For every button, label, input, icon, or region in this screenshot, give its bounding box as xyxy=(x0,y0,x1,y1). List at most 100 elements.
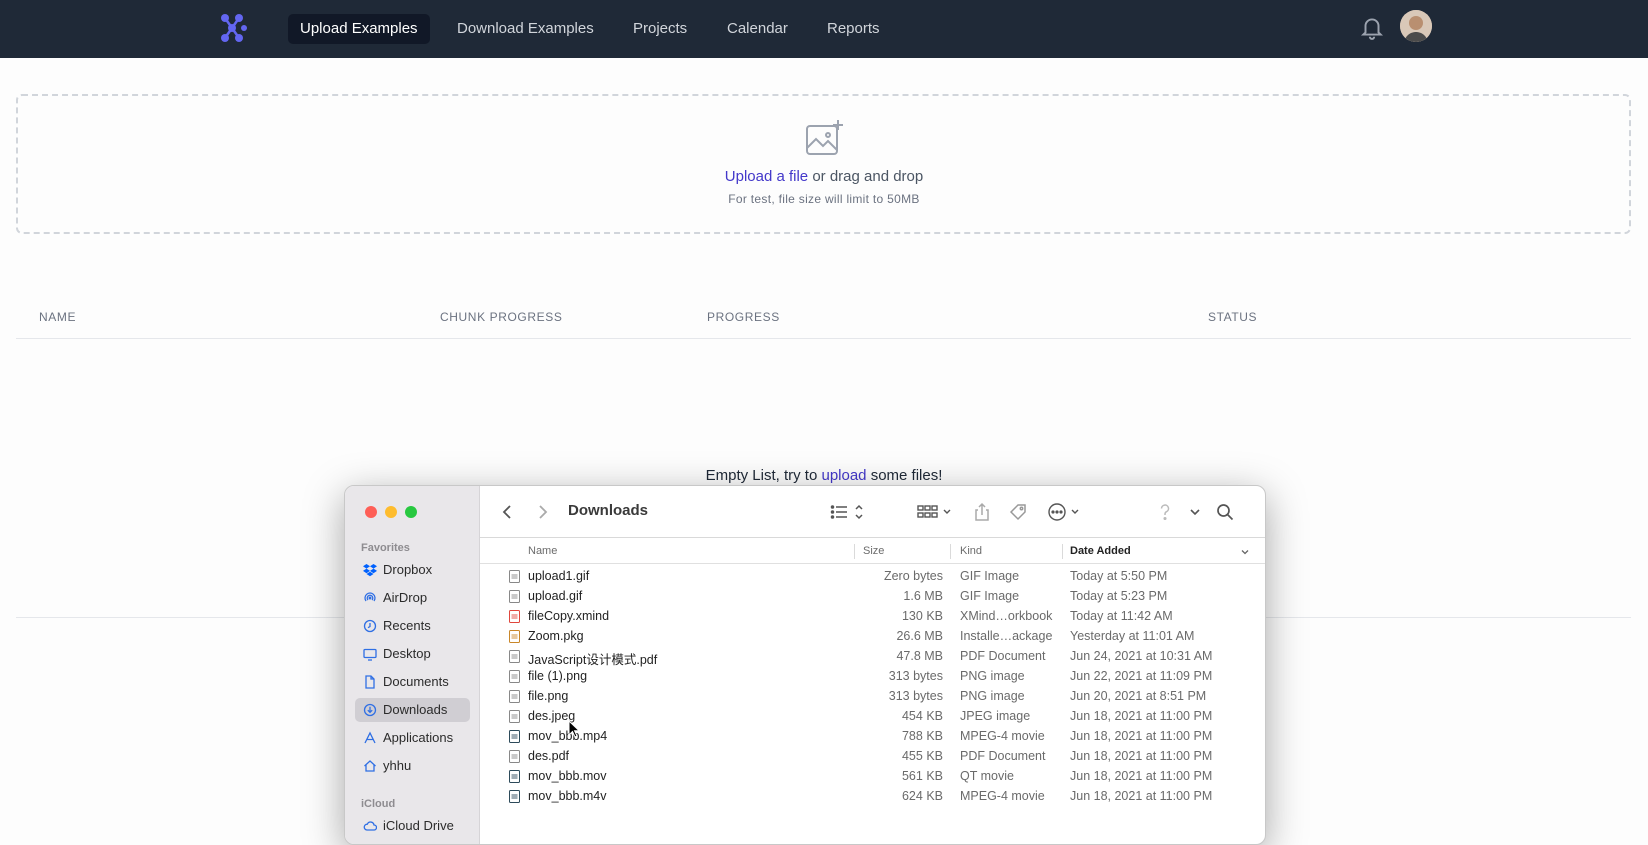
col-header-name: NAME xyxy=(39,310,77,324)
tag-icon[interactable] xyxy=(1008,502,1028,522)
sidebar-item-label: Downloads xyxy=(383,702,448,717)
file-row[interactable]: mov_bbb.mp4 788 KB MPEG-4 movie Jun 18, 202… xyxy=(480,726,1265,746)
file-row[interactable]: JavaScript设计模式.pdf 47.8 MB PDF Document Jun… xyxy=(480,646,1265,667)
sidebar-item-label: Applications xyxy=(383,730,454,745)
file-name: Zoom.pkg xyxy=(528,629,584,643)
finder-column-header: Name Size Kind Date Added xyxy=(480,539,1265,564)
file-size: 454 KB xyxy=(901,709,943,723)
minimize-window-button[interactable] xyxy=(385,506,397,518)
logo-icon[interactable] xyxy=(214,10,250,46)
more-actions-icon[interactable] xyxy=(1047,502,1085,522)
empty-text-after: some files! xyxy=(866,467,943,484)
file-size: 788 KB xyxy=(901,729,943,743)
file-dropzone[interactable] xyxy=(16,94,1631,234)
sidebar-item-label: Recents xyxy=(383,618,431,633)
file-date-added: Today at 11:42 AM xyxy=(1070,609,1173,623)
column-divider xyxy=(854,544,855,559)
column-kind[interactable]: Kind xyxy=(960,545,982,557)
file-date-added: Jun 22, 2021 at 11:09 PM xyxy=(1070,669,1213,683)
download-icon xyxy=(363,703,377,717)
applications-icon xyxy=(364,731,376,744)
sidebar-item-applications[interactable]: Applications xyxy=(355,726,470,750)
file-kind: MPEG-4 movie xyxy=(960,789,1045,803)
file-row[interactable]: Zoom.pkg 26.6 MB Installe…ackage Yesterday … xyxy=(480,626,1265,646)
nav-reports[interactable]: Reports xyxy=(815,14,892,44)
sidebar-item-documents[interactable]: Documents xyxy=(355,670,470,694)
sidebar-item-dropbox[interactable]: Dropbox xyxy=(355,558,470,582)
user-avatar[interactable] xyxy=(1400,10,1432,42)
file-row[interactable]: file.png 313 bytes PNG image Jun 20, 2021 a… xyxy=(480,686,1265,706)
file-kind: PNG image xyxy=(960,689,1025,703)
file-icon xyxy=(509,650,520,663)
file-icon xyxy=(509,710,520,723)
file-icon xyxy=(509,790,520,803)
nav-download-examples[interactable]: Download Examples xyxy=(445,14,606,44)
sidebar-item-label: iCloud Drive xyxy=(383,818,454,833)
zoom-window-button[interactable] xyxy=(405,506,417,518)
share-icon[interactable] xyxy=(972,502,992,522)
file-row[interactable]: fileCopy.xmind 130 KB XMind…orkbook Today a… xyxy=(480,606,1265,626)
sidebar-item-icloud-drive[interactable]: iCloud Drive xyxy=(355,814,470,838)
cloud-icon xyxy=(363,821,377,831)
sidebar-item-downloads[interactable]: Downloads xyxy=(355,698,470,722)
file-row[interactable]: mov_bbb.m4v 624 KB MPEG-4 movie Jun 18, 202… xyxy=(480,786,1265,806)
group-icon[interactable] xyxy=(917,502,955,522)
nav-calendar[interactable]: Calendar xyxy=(715,14,800,44)
file-name: file.png xyxy=(528,689,569,703)
favorites-heading: Favorites xyxy=(361,542,410,554)
finder-sidebar: Favorites Dropbox AirDrop Recents Deskto… xyxy=(345,486,480,844)
file-size: 26.6 MB xyxy=(896,629,943,643)
nav-upload-examples[interactable]: Upload Examples xyxy=(288,14,430,44)
column-name[interactable]: Name xyxy=(528,545,557,557)
file-date-added: Yesterday at 11:01 AM xyxy=(1070,629,1195,643)
search-icon[interactable] xyxy=(1215,502,1235,522)
nav-projects[interactable]: Projects xyxy=(621,14,699,44)
file-size: 313 bytes xyxy=(888,689,943,703)
file-name: des.pdf xyxy=(528,749,570,763)
file-date-added: Jun 24, 2021 at 10:31 AM xyxy=(1070,649,1213,663)
file-kind: QT movie xyxy=(960,769,1014,783)
top-navbar: Upload Examples Download Examples Projec… xyxy=(0,0,1648,58)
file-row[interactable]: upload.gif 1.6 MB GIF Image Today at 5:23 P… xyxy=(480,586,1265,606)
finder-window: Favorites Dropbox AirDrop Recents Deskto… xyxy=(344,485,1266,845)
sidebar-item-airdrop[interactable]: AirDrop xyxy=(355,586,470,610)
file-row[interactable]: file (1).png 313 bytes PNG image Jun 22, 20… xyxy=(480,666,1265,686)
column-divider xyxy=(950,544,951,559)
file-row[interactable]: des.pdf 455 KB PDF Document Jun 18, 2021 at… xyxy=(480,746,1265,766)
file-name: fileCopy.xmind xyxy=(528,609,610,623)
file-kind: GIF Image xyxy=(960,569,1020,583)
file-row[interactable]: mov_bbb.mov 561 KB QT movie Jun 18, 2021 at… xyxy=(480,766,1265,786)
sidebar-item-desktop[interactable]: Desktop xyxy=(355,642,470,666)
bell-icon[interactable] xyxy=(1359,14,1385,40)
sidebar-item-recents[interactable]: Recents xyxy=(355,614,470,638)
sidebar-item-label: AirDrop xyxy=(383,590,428,605)
file-icon xyxy=(509,770,520,783)
back-icon[interactable] xyxy=(498,502,518,522)
sidebar-item-label: Desktop xyxy=(383,646,431,661)
file-row[interactable]: des.jpeg 454 KB JPEG image Jun 18, 2021 at … xyxy=(480,706,1265,726)
sort-chevron-icon xyxy=(1241,550,1249,555)
desktop-icon xyxy=(363,648,377,661)
mouse-cursor-icon xyxy=(568,720,580,738)
dropbox-icon xyxy=(363,564,377,577)
file-icon xyxy=(509,610,520,623)
file-icon xyxy=(509,690,520,703)
upload-file-link[interactable]: Upload a file xyxy=(725,168,808,185)
chevron-down-icon[interactable] xyxy=(1185,502,1205,522)
forward-icon[interactable] xyxy=(532,502,552,522)
close-window-button[interactable] xyxy=(365,506,377,518)
column-date-added[interactable]: Date Added xyxy=(1070,545,1131,557)
file-icon xyxy=(509,630,520,643)
upload-link[interactable]: upload xyxy=(821,467,866,484)
help-icon[interactable] xyxy=(1155,502,1175,522)
image-plus-icon xyxy=(806,120,843,155)
file-row[interactable]: upload1.gif Zero bytes GIF Image Today at 5… xyxy=(480,566,1265,586)
sidebar-item-home[interactable]: yhhu xyxy=(355,754,470,778)
col-header-status: STATUS xyxy=(1208,310,1258,324)
column-size[interactable]: Size xyxy=(863,545,884,557)
finder-toolbar: Downloads xyxy=(480,486,1265,538)
file-name: upload1.gif xyxy=(528,569,590,583)
file-size: Zero bytes xyxy=(883,569,943,583)
list-view-icon[interactable] xyxy=(830,502,868,522)
document-icon xyxy=(365,675,375,689)
